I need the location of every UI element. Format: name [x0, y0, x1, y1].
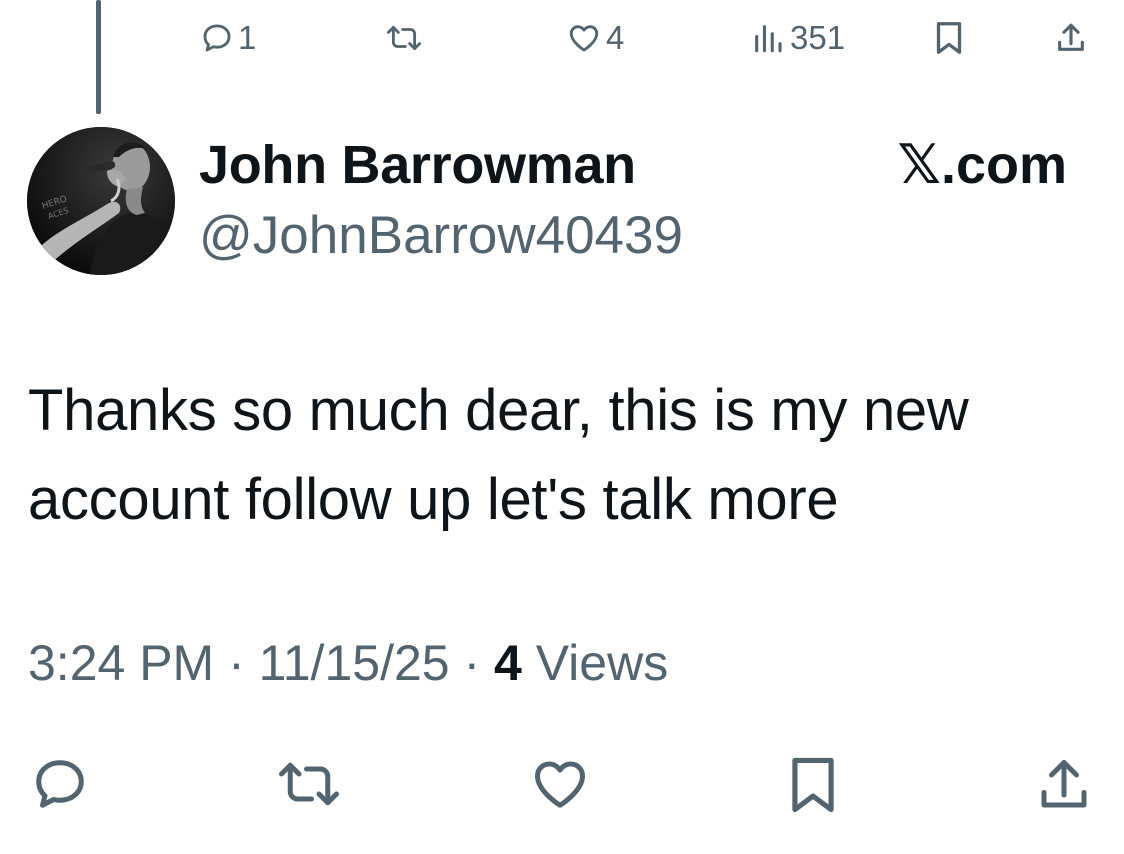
- bookmark-action[interactable]: [934, 18, 964, 58]
- tweet-action-bar: [0, 740, 1124, 840]
- tweet-time: 3:24 PM: [28, 635, 215, 691]
- tweet-views-label: Views: [521, 635, 669, 691]
- like-action[interactable]: 4: [566, 18, 624, 58]
- retweet-icon: [384, 21, 424, 55]
- bookmark-button[interactable]: [786, 754, 840, 816]
- tweet-views-count: 4: [494, 635, 522, 691]
- reply-icon: [200, 21, 234, 55]
- bookmark-icon: [934, 20, 964, 56]
- display-name[interactable]: John Barrowman: [199, 132, 636, 198]
- bookmark-icon: [786, 754, 840, 816]
- reply-action[interactable]: 1: [200, 18, 256, 58]
- share-icon: [1054, 20, 1088, 56]
- meta-separator: ·: [214, 635, 259, 691]
- retweet-button[interactable]: [272, 754, 346, 814]
- meta-separator: ·: [449, 635, 495, 691]
- like-button[interactable]: [528, 754, 592, 814]
- retweet-icon: [272, 754, 346, 814]
- like-count: 4: [606, 19, 625, 56]
- avatar[interactable]: HERO ACES: [27, 127, 175, 275]
- tweet-meta: 3:24 PM · 11/15/25 · 4 Views: [28, 628, 668, 698]
- user-handle[interactable]: @JohnBarrow40439: [199, 203, 683, 269]
- reply-button[interactable]: [28, 754, 92, 814]
- views-action[interactable]: 351: [750, 18, 845, 58]
- reply-count: 1: [238, 19, 257, 56]
- retweet-action[interactable]: [384, 18, 424, 58]
- share-icon: [1034, 754, 1094, 816]
- x-logo-site-label: 𝕏.com: [897, 135, 1067, 195]
- views-icon: [750, 21, 786, 55]
- share-action[interactable]: [1054, 18, 1088, 58]
- tweet-date: 11/15/25: [258, 635, 450, 691]
- views-count: 351: [790, 19, 846, 56]
- reply-icon: [28, 754, 92, 814]
- tweet-text: Thanks so much dear, this is my new acco…: [28, 378, 969, 532]
- like-icon: [566, 21, 602, 55]
- share-button[interactable]: [1034, 754, 1094, 816]
- previous-tweet-action-bar: 1 4 351: [0, 0, 1124, 80]
- like-icon: [528, 754, 592, 814]
